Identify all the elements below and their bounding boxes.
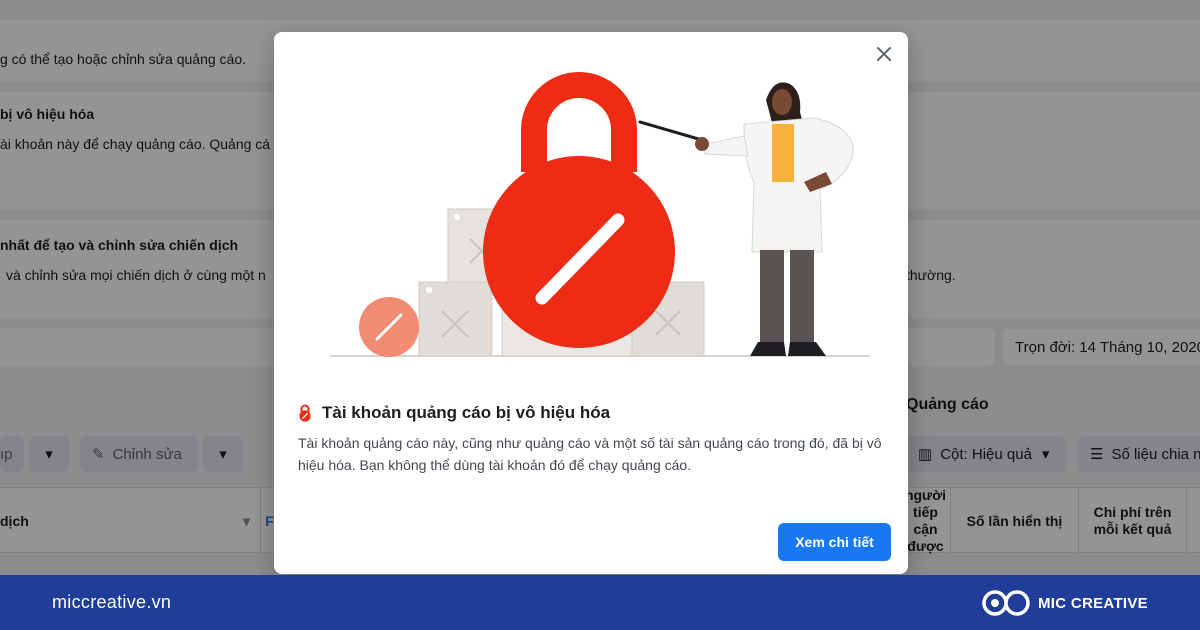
dialog-title: Tài khoản quảng cáo bị vô hiệu hóa: [298, 403, 610, 423]
dialog-title-text: Tài khoản quảng cáo bị vô hiệu hóa: [322, 403, 611, 422]
footer-brand: MIC CREATIVE: [982, 588, 1148, 618]
disabled-account-illustration: [330, 72, 870, 357]
lock-icon: [299, 404, 311, 422]
brand-footer: miccreative.vn MIC CREATIVE: [0, 575, 1200, 630]
view-details-button[interactable]: Xem chi tiết: [778, 523, 891, 561]
presenter-figure: [695, 82, 854, 356]
disabled-account-dialog: Tài khoản quảng cáo bị vô hiệu hóa Tài k…: [274, 32, 908, 574]
dialog-description: Tài khoản quảng cáo này, cũng như quảng …: [298, 435, 882, 473]
small-blocked-circle: [359, 297, 419, 357]
pointer-stick: [638, 120, 704, 142]
footer-website[interactable]: miccreative.vn: [52, 592, 171, 613]
mic-creative-logo-icon: [982, 590, 1030, 616]
box-left: [418, 281, 493, 357]
footer-brand-name: MIC CREATIVE: [1038, 594, 1148, 612]
